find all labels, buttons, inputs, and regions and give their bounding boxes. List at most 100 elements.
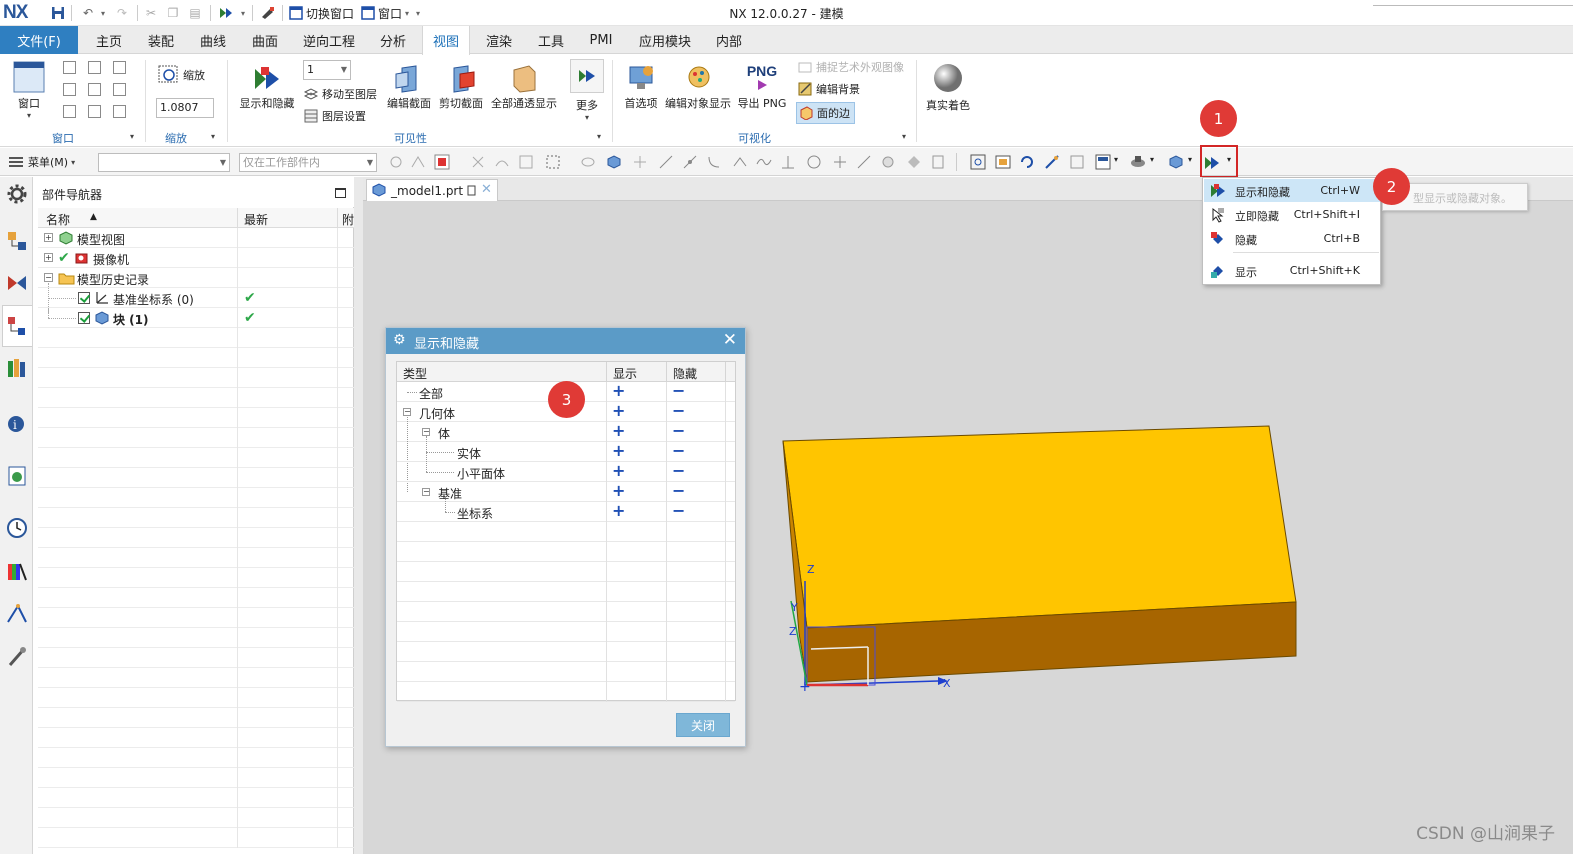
- menu-item-show-and-hide[interactable]: 显示和隐藏 Ctrl+W: [1204, 179, 1380, 202]
- layout-vsplit-icon[interactable]: [88, 61, 101, 74]
- tab-pmi[interactable]: PMI: [580, 26, 622, 54]
- selection-scope-select[interactable]: 仅在工作部件内 ▼: [239, 153, 377, 172]
- all-transparent-button[interactable]: 全部通透显示: [489, 63, 559, 111]
- snap-on-curve-icon[interactable]: [856, 154, 872, 170]
- tree-row-block[interactable]: 块 (1) ✔: [38, 308, 354, 328]
- group-visibility-dropdown-icon[interactable]: ▾: [597, 132, 601, 141]
- tab-surface[interactable]: 曲面: [242, 26, 288, 54]
- show-plus-icon[interactable]: +: [612, 383, 625, 399]
- document-tab[interactable]: _model1.prt ✕: [366, 179, 498, 201]
- tab-reverse-engineering[interactable]: 逆向工程: [294, 26, 364, 54]
- snap-line-icon[interactable]: [658, 154, 674, 170]
- tab-file[interactable]: 文件(F): [0, 26, 78, 54]
- show-hide-ribbon-button[interactable]: 显示和隐藏: [237, 63, 297, 111]
- visibility-checkbox[interactable]: [78, 312, 90, 324]
- assembly-navigator-icon[interactable]: [6, 230, 28, 252]
- tree-row-model-views[interactable]: + 模型视图: [38, 228, 354, 248]
- layout-four-icon[interactable]: [63, 105, 76, 118]
- select-body-icon[interactable]: [580, 154, 596, 170]
- tab-internal[interactable]: 内部: [706, 26, 752, 54]
- menu-item-show[interactable]: 显示 Ctrl+Shift+K: [1204, 259, 1380, 282]
- snap-point-icon[interactable]: [632, 154, 648, 170]
- column-name-header[interactable]: 名称: [46, 211, 70, 228]
- show-plus-icon[interactable]: +: [612, 403, 625, 419]
- dialog-settings-icon[interactable]: ⚙: [393, 332, 406, 348]
- collapse-icon[interactable]: −: [422, 428, 430, 436]
- close-button[interactable]: 关闭: [676, 713, 730, 737]
- general-selection-icon[interactable]: [434, 154, 450, 170]
- show-plus-icon[interactable]: +: [612, 443, 625, 459]
- snap-intersection-icon[interactable]: [832, 154, 848, 170]
- edit-object-display-button[interactable]: 编辑对象显示: [664, 61, 732, 111]
- group-window-dropdown-icon[interactable]: ▾: [130, 132, 134, 141]
- snap-arc-icon[interactable]: [706, 154, 722, 170]
- layout-hsplit-icon[interactable]: [113, 61, 126, 74]
- face-edges-toggle[interactable]: 面的边: [796, 102, 855, 124]
- show-plus-icon[interactable]: +: [612, 463, 625, 479]
- expand-icon[interactable]: +: [44, 253, 53, 262]
- tab-home[interactable]: 主页: [86, 26, 132, 54]
- history-clock-icon[interactable]: [6, 517, 28, 539]
- dialog-title-bar[interactable]: ⚙ 显示和隐藏 ✕: [386, 328, 745, 354]
- snap-grid-icon[interactable]: [930, 154, 946, 170]
- column-latest-header[interactable]: 最新: [244, 211, 268, 228]
- layout-three-left-icon[interactable]: [63, 83, 76, 96]
- layout-six-icon[interactable]: [88, 105, 101, 118]
- hide-minus-icon[interactable]: −: [672, 483, 685, 499]
- show-plus-icon[interactable]: +: [612, 483, 625, 499]
- edit-background-button[interactable]: 编辑背景: [798, 81, 860, 97]
- column-extra-header[interactable]: 附: [342, 211, 354, 228]
- tree-row-cameras[interactable]: + ✔ 摄像机: [38, 248, 354, 268]
- hide-minus-icon[interactable]: −: [672, 443, 685, 459]
- layout-single-icon[interactable]: [63, 61, 76, 74]
- capture-image-button[interactable]: 捕捉艺术外观图像: [798, 59, 904, 75]
- manufacturing-wizard-icon[interactable]: [6, 645, 28, 667]
- pan-view-icon[interactable]: [1044, 154, 1060, 170]
- move-to-layer-button[interactable]: 移动至图层: [304, 86, 377, 102]
- zoom-value-input[interactable]: 1.0807: [156, 98, 214, 118]
- hd3d-tools-icon[interactable]: i: [6, 412, 28, 434]
- snap-perp-icon[interactable]: [780, 154, 796, 170]
- hide-minus-icon[interactable]: −: [672, 383, 685, 399]
- layout-nine-icon[interactable]: [113, 105, 126, 118]
- tab-tools[interactable]: 工具: [528, 26, 574, 54]
- collapse-icon[interactable]: −: [422, 488, 430, 496]
- rectangle-select-icon[interactable]: [545, 154, 561, 170]
- preferences-button[interactable]: 首选项: [620, 61, 662, 111]
- fit-view-icon[interactable]: [970, 154, 986, 170]
- visibility-checkbox[interactable]: [78, 292, 90, 304]
- orient-view-icon[interactable]: [1069, 154, 1085, 170]
- settings-gear-icon[interactable]: [6, 183, 28, 205]
- layer-settings-button[interactable]: 图层设置: [304, 108, 366, 124]
- work-layer-view-icon[interactable]: [1168, 154, 1184, 170]
- menu-item-immediate-hide[interactable]: 立即隐藏 Ctrl+Shift+I: [1204, 203, 1380, 226]
- snap-tangent-icon[interactable]: [732, 154, 748, 170]
- close-tab-icon[interactable]: ✕: [481, 182, 492, 197]
- render-style-icon[interactable]: [1095, 154, 1111, 170]
- more-visibility-button[interactable]: 更多 ▾: [568, 59, 606, 122]
- shaded-edges-dropdown-icon[interactable]: ▾: [1150, 155, 1154, 164]
- show-plus-icon[interactable]: +: [612, 503, 625, 519]
- show-plus-icon[interactable]: +: [612, 423, 625, 439]
- group-zoom-dropdown-icon[interactable]: ▾: [211, 132, 215, 141]
- tab-analysis[interactable]: 分析: [370, 26, 416, 54]
- tree-row-model-history[interactable]: − 模型历史记录: [38, 268, 354, 288]
- work-layer-select[interactable]: 1 ▼: [303, 60, 351, 80]
- window-button[interactable]: 窗口 ▾: [8, 59, 50, 120]
- reuse-library-icon[interactable]: [6, 357, 28, 379]
- tab-view[interactable]: 视图: [422, 26, 470, 55]
- rotate-view-icon[interactable]: [1019, 154, 1035, 170]
- shaded-edges-icon[interactable]: [1130, 154, 1146, 170]
- web-browser-icon[interactable]: [6, 465, 28, 487]
- dialog-close-icon[interactable]: ✕: [723, 330, 737, 350]
- snap-center-icon[interactable]: [806, 154, 822, 170]
- hide-minus-icon[interactable]: −: [672, 403, 685, 419]
- collapse-icon[interactable]: −: [44, 273, 53, 282]
- select-tangent-icon[interactable]: [494, 154, 510, 170]
- true-shading-button[interactable]: 真实着色: [922, 59, 974, 113]
- menu-button[interactable]: 菜单(M) ▾: [8, 154, 75, 170]
- select-point-icon[interactable]: [470, 154, 486, 170]
- collapse-icon[interactable]: −: [403, 408, 411, 416]
- select-solid-icon[interactable]: [606, 154, 622, 170]
- snap-bounded-icon[interactable]: [906, 154, 922, 170]
